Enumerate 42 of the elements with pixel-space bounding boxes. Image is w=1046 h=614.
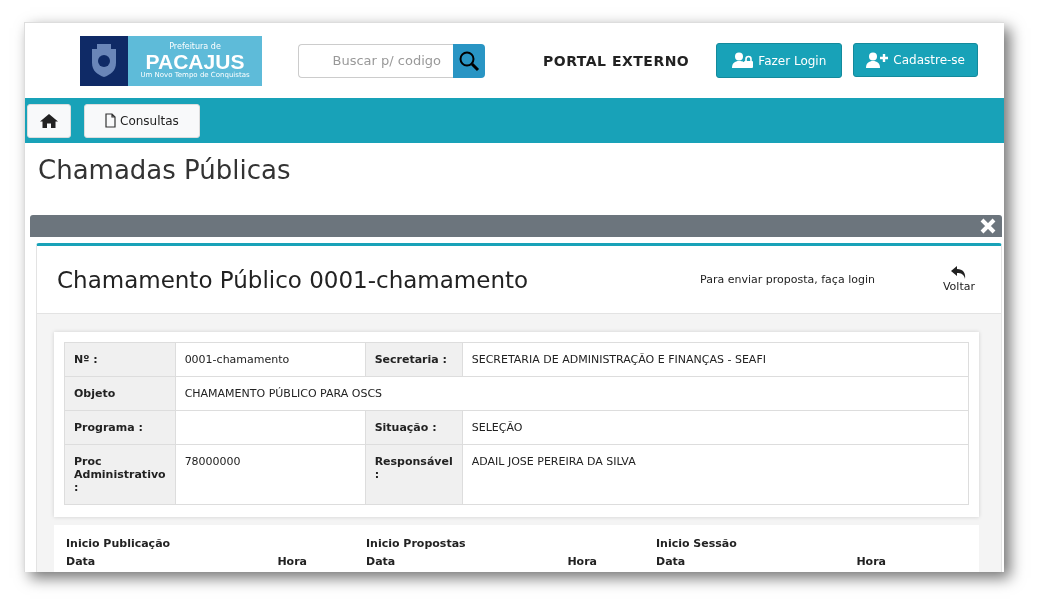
date-group-title: Inicio Publicação bbox=[66, 537, 172, 550]
portal-title: PORTAL EXTERNO bbox=[543, 52, 690, 69]
page-title: Chamadas Públicas bbox=[37, 154, 292, 187]
column-header: Data bbox=[656, 555, 686, 568]
column-header: Hora bbox=[856, 555, 886, 568]
crest-icon bbox=[89, 42, 119, 79]
login-notice: Para enviar proposta, faça login bbox=[700, 273, 875, 286]
field-label: Situação : bbox=[365, 410, 463, 445]
consultas-button[interactable]: Consultas bbox=[84, 103, 200, 138]
user-lock-icon bbox=[732, 52, 755, 69]
column-header: Data bbox=[366, 555, 396, 568]
search-field[interactable]: Buscar p/ codigo bbox=[298, 43, 453, 78]
home-icon bbox=[40, 113, 58, 128]
field-value: 0001-chamamento bbox=[175, 342, 366, 377]
field-value: SELEÇÃO bbox=[462, 410, 969, 445]
panel-title: Chamamento Público 0001-chamamento bbox=[57, 266, 529, 293]
field-value: 78000000 bbox=[175, 444, 366, 505]
column-header: Data bbox=[66, 555, 96, 568]
document-icon bbox=[105, 113, 116, 128]
column-header: Hora bbox=[277, 555, 307, 568]
search-icon bbox=[458, 49, 480, 72]
close-button[interactable] bbox=[979, 217, 997, 235]
search-button[interactable] bbox=[453, 43, 485, 78]
field-value: ADAIL JOSE PEREIRA DA SILVA bbox=[462, 444, 969, 505]
field-label: Nº : bbox=[64, 342, 176, 377]
home-button[interactable] bbox=[27, 103, 71, 138]
field-label: Programa : bbox=[64, 410, 176, 445]
field-label: Objeto bbox=[64, 376, 176, 411]
logo-text: PACAJUS bbox=[145, 50, 245, 72]
logo-text: Prefeitura de bbox=[169, 42, 221, 51]
column-header: Hora bbox=[567, 555, 597, 568]
field-value: SECRETARIA DE ADMINISTRAÇÃO E FINANÇAS - SEAFI bbox=[462, 342, 969, 377]
field-label: Responsável : bbox=[365, 444, 463, 505]
date-group-title: Inicio Sessão bbox=[656, 537, 738, 550]
field-value: CHAMAMENTO PÚBLICO PARA OSCS bbox=[175, 376, 969, 411]
user-plus-icon bbox=[866, 51, 890, 69]
back-button[interactable]: Voltar bbox=[942, 266, 975, 293]
reply-arrow-icon bbox=[950, 266, 967, 280]
date-group-title: Inicio Propostas bbox=[366, 537, 467, 550]
field-label: Proc Administrativo : bbox=[64, 444, 176, 505]
field-label: Secretaria : bbox=[365, 342, 463, 377]
close-icon bbox=[979, 217, 997, 235]
